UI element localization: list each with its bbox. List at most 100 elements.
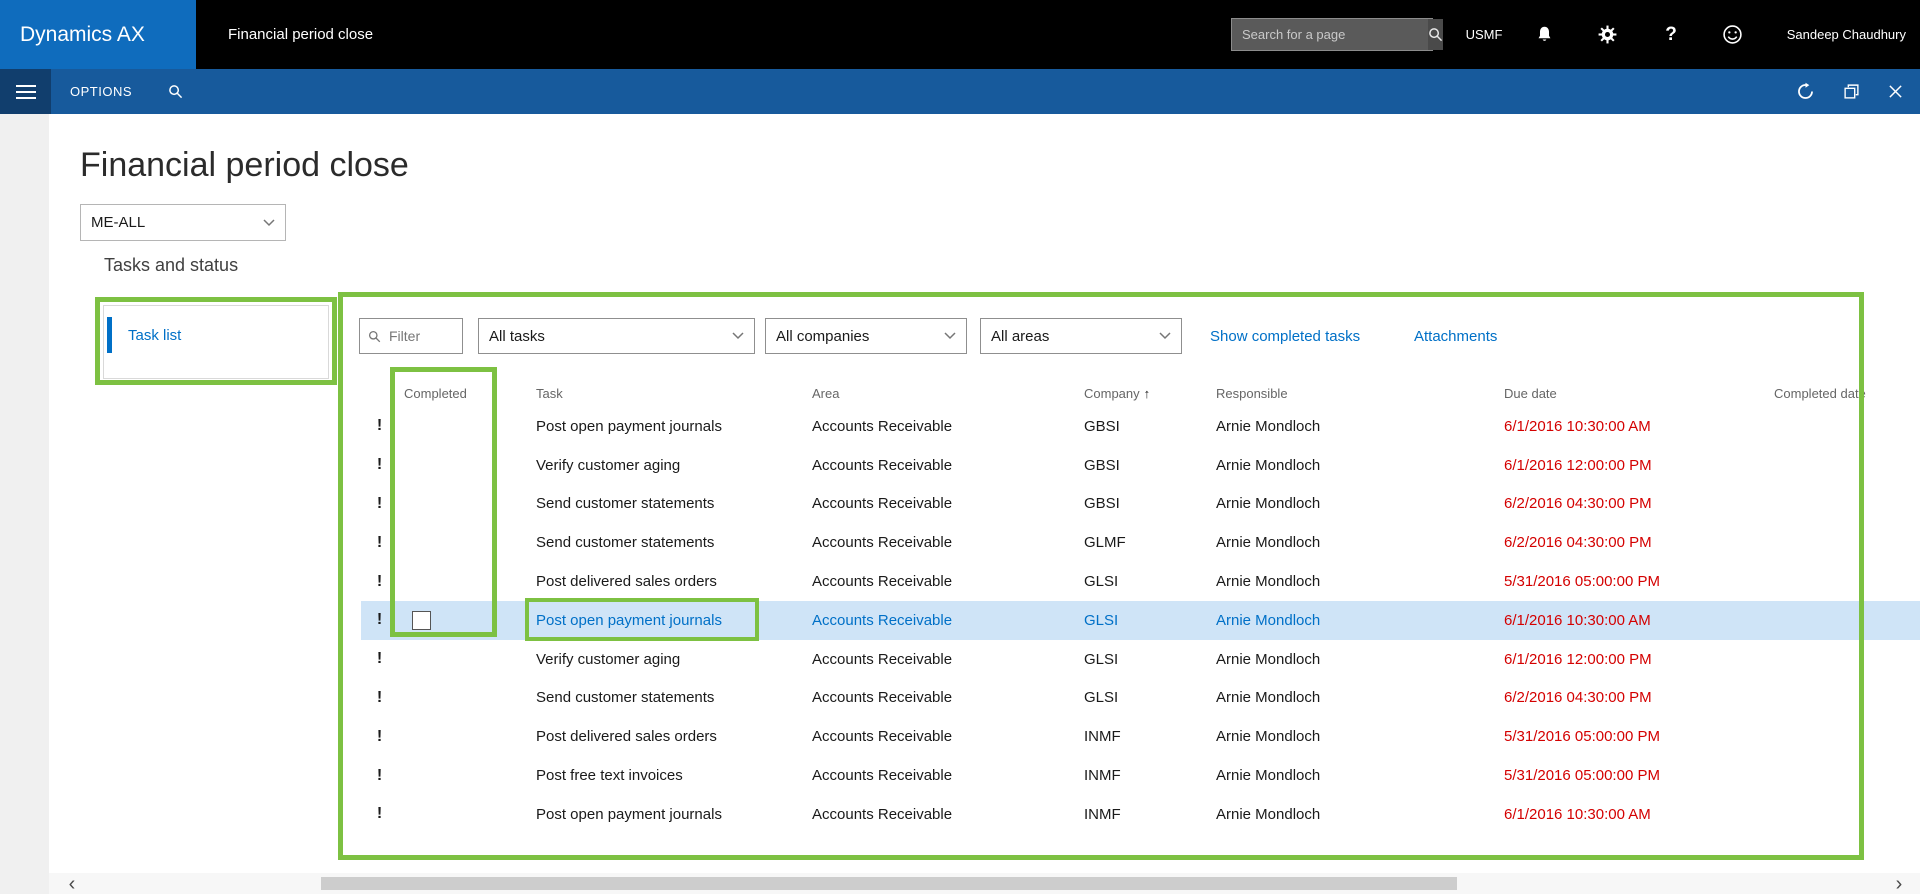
restore-window-icon[interactable]	[1834, 69, 1868, 114]
task-column-header[interactable]: Task	[530, 386, 806, 401]
company-selector[interactable]: USMF	[1452, 0, 1516, 69]
area-cell: Accounts Receivable	[812, 456, 953, 474]
due-date-cell: 6/1/2016 10:30:00 AM	[1504, 611, 1651, 629]
responsible-cell: Arnie Mondloch	[1216, 495, 1321, 513]
dynamics-ax-logo[interactable]: Dynamics AX	[0, 0, 196, 69]
task-cell[interactable]: Verify customer aging	[530, 457, 806, 474]
menubar-search-icon[interactable]	[168, 69, 183, 114]
task-cell[interactable]: Post open payment journals	[530, 612, 806, 629]
table-row[interactable]: ! Send customer statements Accounts Receiv…	[361, 523, 1920, 562]
task-cell[interactable]: Post open payment journals	[530, 418, 806, 435]
top-navbar: Dynamics AX Financial period close USMF …	[0, 0, 1920, 69]
hamburger-menu-icon[interactable]	[0, 69, 51, 114]
filter-search-icon	[368, 330, 381, 342]
table-row[interactable]: ! Post delivered sales orders Accounts Rec…	[361, 717, 1920, 756]
table-row[interactable]: ! Send customer statements Accounts Receiv…	[361, 485, 1920, 524]
close-icon[interactable]	[1878, 69, 1912, 114]
due-date-cell: 6/1/2016 12:00:00 PM	[1504, 650, 1652, 668]
company-cell: GLSI	[1084, 611, 1119, 629]
overdue-icon: !	[376, 533, 383, 551]
chevron-down-icon	[944, 332, 956, 340]
responsible-cell: Arnie Mondloch	[1216, 611, 1321, 629]
scroll-right-arrow[interactable]: ›	[1884, 873, 1914, 894]
task-cell[interactable]: Post delivered sales orders	[530, 728, 806, 745]
table-body: ! Post open payment journals Accounts Rece…	[361, 407, 1920, 834]
app-window: Dynamics AX Financial period close USMF …	[0, 0, 1920, 894]
topbar-page-title: Financial period close	[228, 26, 374, 43]
area-cell: Accounts Receivable	[812, 573, 953, 591]
scroll-left-arrow[interactable]: ‹	[57, 873, 87, 894]
completed-date-column-header[interactable]: Completed date	[1768, 386, 1920, 401]
closing-schedule-dropdown[interactable]: ME-ALL	[80, 204, 286, 241]
company-cell: INMF	[1084, 767, 1121, 785]
sidebar-item-task-list[interactable]: Task list	[107, 314, 319, 356]
area-cell: Accounts Receivable	[812, 650, 953, 668]
notifications-bell-icon[interactable]	[1529, 0, 1559, 69]
company-cell: INMF	[1084, 728, 1121, 746]
area-cell: Accounts Receivable	[812, 805, 953, 823]
overdue-icon: !	[376, 727, 383, 745]
task-cell[interactable]: Send customer statements	[530, 534, 806, 551]
area-cell: Accounts Receivable	[812, 495, 953, 513]
table-row[interactable]: ! Verify customer aging Accounts Receivabl…	[361, 640, 1920, 679]
responsible-cell: Arnie Mondloch	[1216, 650, 1321, 668]
scrollbar-thumb[interactable]	[321, 877, 1457, 890]
responsible-column-header[interactable]: Responsible	[1210, 386, 1498, 401]
due-date-cell: 6/2/2016 04:30:00 PM	[1504, 689, 1652, 707]
tasks-table: Completed Task Area Company ↑ Responsible…	[361, 380, 1920, 834]
page-search-input[interactable]	[1232, 19, 1428, 50]
page-search-box[interactable]	[1231, 18, 1443, 51]
table-row[interactable]: ! Post delivered sales orders Accounts Rec…	[361, 562, 1920, 601]
due-date-column-header[interactable]: Due date	[1498, 386, 1768, 401]
area-cell: Accounts Receivable	[812, 767, 953, 785]
show-completed-tasks-link[interactable]: Show completed tasks	[1210, 318, 1360, 354]
table-row[interactable]: ! Send customer statements Accounts Receiv…	[361, 679, 1920, 718]
responsible-cell: Arnie Mondloch	[1216, 805, 1321, 823]
areas-filter-dropdown[interactable]: All areas	[980, 318, 1182, 354]
responsible-cell: Arnie Mondloch	[1216, 417, 1321, 435]
companies-filter-dropdown[interactable]: All companies	[765, 318, 967, 354]
options-menu[interactable]: OPTIONS	[70, 69, 132, 114]
search-icon[interactable]	[1428, 19, 1443, 50]
attachments-link[interactable]: Attachments	[1414, 318, 1497, 354]
user-menu[interactable]: Sandeep Chaudhury	[1787, 0, 1906, 69]
completed-checkbox[interactable]	[412, 610, 431, 630]
overdue-icon: !	[376, 650, 383, 668]
table-row[interactable]: ! Post open payment journals Accounts Rece…	[361, 407, 1920, 446]
overdue-icon: !	[376, 766, 383, 784]
area-column-header[interactable]: Area	[806, 386, 1078, 401]
task-cell[interactable]: Post free text invoices	[530, 767, 806, 784]
feedback-smiley-icon[interactable]	[1717, 0, 1747, 69]
filter-input[interactable]	[387, 327, 454, 345]
horizontal-scrollbar[interactable]: ‹ ›	[49, 873, 1920, 894]
task-cell[interactable]: Send customer statements	[530, 689, 806, 706]
completed-column-header[interactable]: Completed	[398, 386, 530, 401]
area-cell: Accounts Receivable	[812, 417, 953, 435]
tasks-filter-dropdown[interactable]: All tasks	[478, 318, 755, 354]
filter-box[interactable]	[359, 318, 463, 354]
responsible-cell: Arnie Mondloch	[1216, 573, 1321, 591]
overdue-icon: !	[376, 688, 383, 706]
table-header-row: Completed Task Area Company ↑ Responsible…	[361, 380, 1920, 407]
help-icon[interactable]: ?	[1656, 0, 1686, 69]
table-row[interactable]: ! Post open payment journals Accounts Rece…	[361, 600, 1920, 640]
company-cell: GBSI	[1084, 417, 1120, 435]
company-cell: GBSI	[1084, 495, 1120, 513]
area-cell: Accounts Receivable	[812, 689, 953, 707]
settings-gear-icon[interactable]	[1592, 0, 1622, 69]
task-cell[interactable]: Send customer statements	[530, 495, 806, 512]
task-cell[interactable]: Post delivered sales orders	[530, 573, 806, 590]
refresh-icon[interactable]	[1788, 69, 1822, 114]
completed-cell[interactable]	[398, 610, 530, 630]
table-row[interactable]: ! Post free text invoices Accounts Receiva…	[361, 756, 1920, 795]
responsible-cell: Arnie Mondloch	[1216, 767, 1321, 785]
company-column-header[interactable]: Company ↑	[1078, 386, 1210, 401]
chevron-down-icon	[263, 218, 275, 226]
area-cell: Accounts Receivable	[812, 728, 953, 746]
due-date-cell: 6/2/2016 04:30:00 PM	[1504, 534, 1652, 552]
table-row[interactable]: ! Verify customer aging Accounts Receivabl…	[361, 446, 1920, 485]
table-row[interactable]: ! Post open payment journals Accounts Rece…	[361, 795, 1920, 834]
task-cell[interactable]: Post open payment journals	[530, 806, 806, 823]
company-cell: GLMF	[1084, 534, 1126, 552]
task-cell[interactable]: Verify customer aging	[530, 651, 806, 668]
